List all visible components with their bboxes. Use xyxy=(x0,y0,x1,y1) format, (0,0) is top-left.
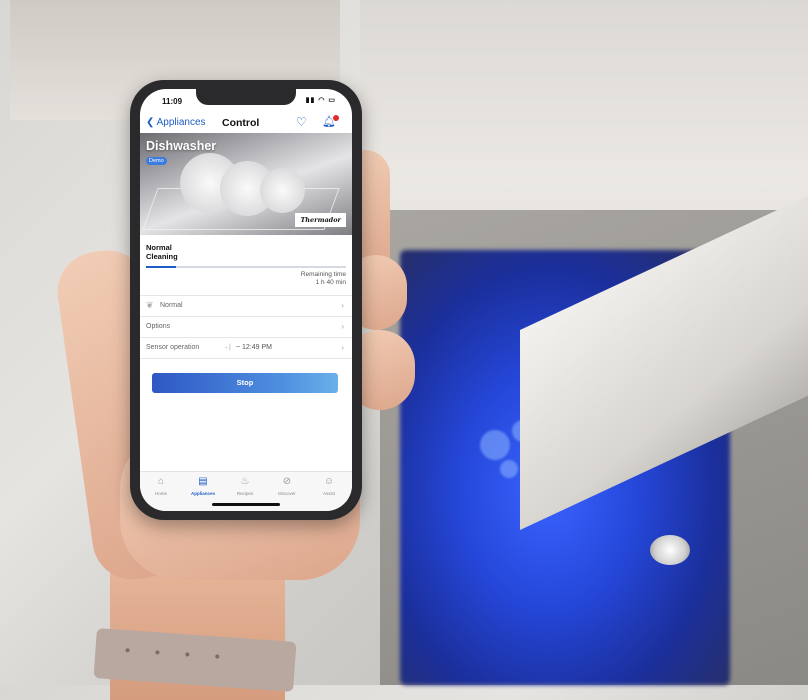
background-bubble xyxy=(500,460,518,478)
tab-assist[interactable]: ☺ Assist xyxy=(308,476,350,496)
status-icons: ▮▮ ◠ ▭ xyxy=(305,97,336,104)
tab-label: Assist xyxy=(322,491,335,496)
tab-label: Home xyxy=(154,491,167,496)
phone-notch xyxy=(196,89,296,105)
program-name: Normal xyxy=(146,243,172,252)
status-time: 11:09 xyxy=(162,97,183,106)
tab-label: Recipes xyxy=(236,491,254,496)
tab-home[interactable]: ⌂ Home xyxy=(140,476,182,496)
chevron-left-icon: ❮ xyxy=(146,117,155,128)
chevron-right-icon: › xyxy=(341,301,344,310)
appliance-hero-image: Dishwasher Demo Thermador xyxy=(140,133,352,235)
back-button[interactable]: ❮ Appliances xyxy=(146,117,206,128)
compass-icon: ⊘ xyxy=(282,476,292,487)
stop-button[interactable]: Stop xyxy=(152,373,338,393)
favorite-heart-icon[interactable]: ♡ xyxy=(296,115,307,129)
leaf-icon: ❦ xyxy=(146,300,154,310)
phone-screen: 11:09 ▮▮ ◠ ▭ ❮ Appliances Control ♡ 🔔︎ D… xyxy=(140,89,352,511)
sensor-operation-row[interactable]: Sensor operation →| ~ 12:49 PM › xyxy=(140,337,352,359)
tab-appliances[interactable]: ▤ Appliances xyxy=(182,476,224,496)
brand-logo: Thermador xyxy=(295,213,346,227)
options-row-label: Options xyxy=(146,323,171,330)
tab-label: Discover xyxy=(278,491,296,496)
nav-bar: ❮ Appliances Control ♡ 🔔︎ xyxy=(140,113,352,133)
assist-icon: ☺ xyxy=(323,476,335,487)
appliances-icon: ▤ xyxy=(198,476,208,487)
page-title: Control xyxy=(222,117,260,129)
timer-arrow-icon: →| xyxy=(222,344,231,351)
tab-recipes[interactable]: ♨ Recipes xyxy=(224,476,266,496)
appliance-name: Dishwasher xyxy=(146,139,217,153)
progress-bar xyxy=(146,266,346,268)
home-indicator xyxy=(212,503,280,506)
tab-label: Appliances xyxy=(190,491,215,496)
tab-discover[interactable]: ⊘ Discover xyxy=(266,476,308,496)
options-row[interactable]: Options › xyxy=(140,316,352,337)
demo-badge: Demo xyxy=(146,157,167,165)
chevron-right-icon: › xyxy=(341,322,344,331)
background-door-handle xyxy=(650,535,690,565)
notification-bell-icon[interactable]: 🔔︎ xyxy=(322,115,339,128)
chevron-right-icon: › xyxy=(341,343,344,352)
sensor-end-time: ~ 12:49 PM xyxy=(236,344,272,351)
phone: 11:09 ▮▮ ◠ ▭ ❮ Appliances Control ♡ 🔔︎ D… xyxy=(130,80,362,520)
program-row[interactable]: ❦ Normal › xyxy=(140,295,352,316)
sensor-row-label: Sensor operation xyxy=(146,344,200,351)
plate xyxy=(260,168,305,213)
remaining-time-value: 1 h 40 min xyxy=(315,279,346,286)
background-bubble xyxy=(480,430,510,460)
back-label: Appliances xyxy=(156,117,206,128)
program-row-label: Normal xyxy=(160,302,183,309)
notification-badge xyxy=(332,115,339,121)
recipes-icon: ♨ xyxy=(240,476,250,487)
progress-fill xyxy=(146,266,176,268)
home-icon: ⌂ xyxy=(157,476,165,487)
remaining-time-label: Remaining time xyxy=(300,271,346,278)
program-phase: Cleaning xyxy=(146,252,178,261)
